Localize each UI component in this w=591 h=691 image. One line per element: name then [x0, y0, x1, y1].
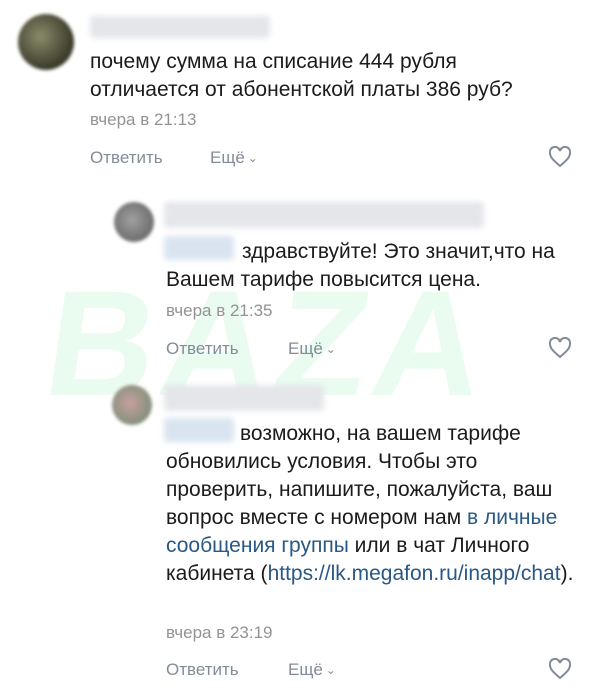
comment-text-part: ). — [560, 562, 574, 585]
avatar[interactable] — [18, 14, 74, 70]
blurred-author-name — [164, 385, 324, 411]
comment-time[interactable]: вчера в 21:13 — [90, 110, 197, 130]
more-label: Ещё — [288, 660, 323, 679]
reply-button[interactable]: Ответить — [166, 660, 239, 680]
heart-outline-icon[interactable] — [548, 337, 572, 359]
more-label: Ещё — [288, 339, 323, 358]
avatar[interactable] — [112, 385, 152, 425]
chevron-down-icon: ⌄ — [325, 342, 336, 356]
reply-button[interactable]: Ответить — [90, 148, 163, 168]
heart-outline-icon[interactable] — [548, 658, 572, 680]
comment-text: здравствуйте! Это значит,что на Вашем та… — [166, 240, 555, 291]
comment-time[interactable]: вчера в 23:19 — [166, 623, 273, 643]
reply-button[interactable]: Ответить — [166, 339, 239, 359]
comment-text: почему сумма на списание 444 рубля отлич… — [90, 50, 513, 101]
comment-text: возможно, на вашем тарифе обновились усл… — [166, 420, 576, 588]
heart-outline-icon[interactable] — [548, 146, 572, 168]
blurred-author-name — [90, 16, 270, 38]
more-button[interactable]: Ещё ⌄ — [288, 660, 336, 680]
more-button[interactable]: Ещё ⌄ — [288, 339, 336, 359]
more-label: Ещё — [210, 148, 245, 167]
chevron-down-icon: ⌄ — [325, 663, 336, 677]
avatar[interactable] — [114, 202, 154, 242]
chat-url-link[interactable]: https://lk.megafon.ru/inapp/chat — [268, 562, 561, 585]
blurred-author-name — [164, 202, 484, 228]
comment-time[interactable]: вчера в 21:35 — [166, 301, 273, 321]
chevron-down-icon: ⌄ — [247, 151, 258, 165]
more-button[interactable]: Ещё ⌄ — [210, 148, 258, 168]
